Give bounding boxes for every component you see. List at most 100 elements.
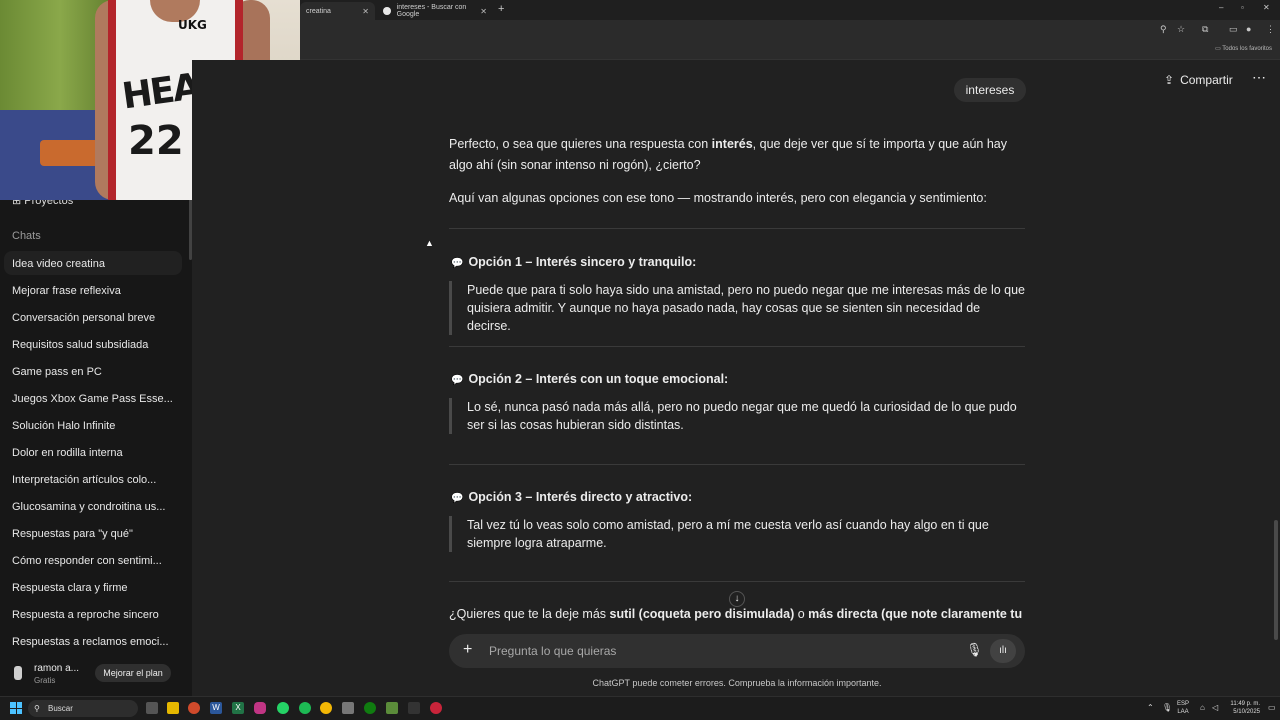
avatar[interactable]	[14, 666, 22, 680]
zoom-icon[interactable]: ⚲	[1160, 24, 1167, 35]
user-profile-row[interactable]: ramon a... Gratis Mejorar el plan	[0, 656, 192, 696]
microphone-icon[interactable]: 🎙	[966, 642, 983, 658]
speech-bubble-icon: 💬	[451, 493, 464, 504]
sidebar-chat-item[interactable]: Solución Halo Infinite	[4, 413, 182, 437]
upgrade-plan-button[interactable]: Mejorar el plan	[95, 664, 171, 682]
share-icon: ⇪	[1164, 73, 1175, 87]
xbox-icon[interactable]	[364, 702, 376, 714]
mouse-cursor-icon: ▲	[425, 238, 434, 248]
new-tab-button[interactable]: +	[498, 3, 504, 15]
assistant-closing: ¿Quieres que te la deje más sutil (coque…	[449, 607, 1023, 621]
share-button[interactable]: ⇪ Compartir	[1164, 73, 1233, 87]
google-icon	[383, 7, 391, 15]
voice-mode-button[interactable]: ılı	[990, 639, 1016, 663]
game-icon[interactable]	[408, 702, 420, 714]
option-1-title: 💬 Opción 1 – Interés sincero y tranquilo:	[451, 255, 697, 269]
app-icon[interactable]	[430, 702, 442, 714]
jersey-trim	[108, 0, 116, 200]
jersey-number: 22	[128, 118, 184, 164]
sidepanel-icon[interactable]: ▭	[1229, 24, 1238, 35]
tab-creatina[interactable]: creatina ✕	[300, 2, 375, 20]
sidebar-chat-item[interactable]: Requisitos salud subsidiada	[4, 332, 182, 356]
maximize-button[interactable]: ▫	[1241, 3, 1244, 12]
sidebar-chat-item[interactable]: Idea video creatina	[4, 251, 182, 275]
minecraft-icon[interactable]	[386, 702, 398, 714]
address-field[interactable]	[300, 22, 1150, 40]
taskbar-search[interactable]: ⚲ Buscar	[28, 700, 138, 717]
tab-label: creatina	[306, 7, 331, 15]
chrome-icon[interactable]	[320, 702, 332, 714]
more-options-button[interactable]: ⋯	[1252, 69, 1267, 86]
chats-heading: Chats	[12, 230, 41, 242]
option-2-text: Lo sé, nunca pasó nada más allá, pero no…	[449, 398, 1025, 434]
sidebar-chat-item[interactable]: Respuestas a reclamos emoci...	[4, 629, 182, 653]
sidebar-chat-item[interactable]: Interpretación artículos colo...	[4, 467, 182, 491]
star-icon[interactable]: ☆	[1177, 24, 1185, 35]
task-view-icon[interactable]	[146, 702, 158, 714]
sidebar-chat-item[interactable]: Conversación personal breve	[4, 305, 182, 329]
tab-label: intereses - Buscar con Google	[396, 4, 467, 18]
assistant-intro: Perfecto, o sea que quieres una respuest…	[449, 137, 1007, 172]
extensions-icon[interactable]: ⧉	[1202, 24, 1208, 35]
sidebar-chat-item[interactable]: Dolor en rodilla interna	[4, 440, 182, 464]
tray-chevron-icon[interactable]: ⌃	[1147, 703, 1154, 712]
option-3-text: Tal vez tú lo veas solo como amistad, pe…	[449, 516, 1025, 552]
screen: creatina ✕ intereses - Buscar con Google…	[0, 0, 1280, 720]
close-window-button[interactable]: ✕	[1263, 3, 1270, 12]
pillow	[40, 140, 100, 166]
conversation-pane: ⇪ Compartir ⋯ intereses Perfecto, o sea q…	[192, 60, 1280, 696]
tray-mic-icon[interactable]: 🎙	[1162, 703, 1172, 712]
divider	[449, 581, 1025, 582]
attach-plus-icon[interactable]: +	[463, 641, 472, 659]
scroll-down-button[interactable]: ↓	[729, 591, 745, 607]
whatsapp-icon[interactable]	[277, 702, 289, 714]
prompt-input[interactable]	[489, 640, 909, 662]
assistant-intro-2: Aquí van algunas opciones con ese tono —…	[449, 191, 987, 205]
firefox-icon[interactable]	[188, 702, 200, 714]
instagram-icon[interactable]	[254, 702, 266, 714]
windows-start-icon[interactable]	[10, 702, 22, 714]
conversation-scrollbar[interactable]	[1274, 520, 1278, 640]
sidebar-chat-item[interactable]: Mejorar frase reflexiva	[4, 278, 182, 302]
notification-icon[interactable]: ▭	[1268, 703, 1276, 712]
sidebar-chat-item[interactable]: Glucosamina y condroitina us...	[4, 494, 182, 518]
jersey-brand: UKG	[178, 18, 207, 32]
close-icon[interactable]: ✕	[480, 7, 487, 16]
option-2-title: 💬 Opción 2 – Interés con un toque emocion…	[451, 372, 729, 386]
taskbar: ⚲ Buscar W X ⌃ 🎙 ESP LAA ⌂ ◁ 11:49 p. m. 5…	[0, 696, 1280, 720]
user-name: ramon a...	[34, 663, 80, 674]
minimize-button[interactable]: –	[1219, 3, 1223, 12]
divider	[449, 346, 1025, 347]
menu-icon[interactable]: ⋮	[1266, 24, 1275, 35]
search-icon: ⚲	[34, 704, 40, 713]
sidebar-chat-item[interactable]: Cómo responder con sentimi...	[4, 548, 182, 572]
option-1-text: Puede que para ti solo haya sido una ami…	[449, 281, 1025, 335]
excel-icon[interactable]: X	[232, 702, 244, 714]
sidebar-chat-item[interactable]: Respuestas para "y qué"	[4, 521, 182, 545]
speech-bubble-icon: 💬	[451, 375, 464, 386]
tab-google-search[interactable]: intereses - Buscar con Google ✕	[377, 2, 493, 20]
option-3-title: 💬 Opción 3 – Interés directo y atractivo:	[451, 490, 693, 504]
sidebar-chat-item[interactable]: Respuesta clara y firme	[4, 575, 182, 599]
store-icon[interactable]	[342, 702, 354, 714]
file-explorer-icon[interactable]	[167, 702, 179, 714]
sidebar-chat-item[interactable]: Game pass en PC	[4, 359, 182, 383]
system-clock[interactable]: 11:49 p. m. 5/10/2025	[1226, 700, 1260, 716]
network-icon[interactable]: ⌂	[1200, 703, 1205, 712]
sidebar-chat-item[interactable]: Juegos Xbox Game Pass Esse...	[4, 386, 182, 410]
disclaimer: ChatGPT puede cometer errores. Comprueba…	[592, 678, 882, 688]
spotify-icon[interactable]	[299, 702, 311, 714]
divider	[449, 464, 1025, 465]
word-icon[interactable]: W	[210, 702, 222, 714]
user-message: intereses	[954, 78, 1026, 102]
volume-icon[interactable]: ◁	[1212, 703, 1218, 712]
sidebar-chat-item[interactable]: Respuesta a reproche sincero	[4, 602, 182, 626]
close-icon[interactable]: ✕	[362, 7, 369, 16]
message-composer: + 🎙 ılı	[449, 634, 1025, 668]
speech-bubble-icon: 💬	[451, 258, 464, 269]
all-bookmarks-link[interactable]: ▭ Todos los favoritos	[1215, 45, 1272, 52]
user-plan: Gratis	[34, 676, 56, 685]
profile-icon[interactable]: ●	[1246, 24, 1251, 34]
divider	[449, 228, 1025, 229]
language-indicator[interactable]: ESP LAA	[1177, 700, 1189, 716]
